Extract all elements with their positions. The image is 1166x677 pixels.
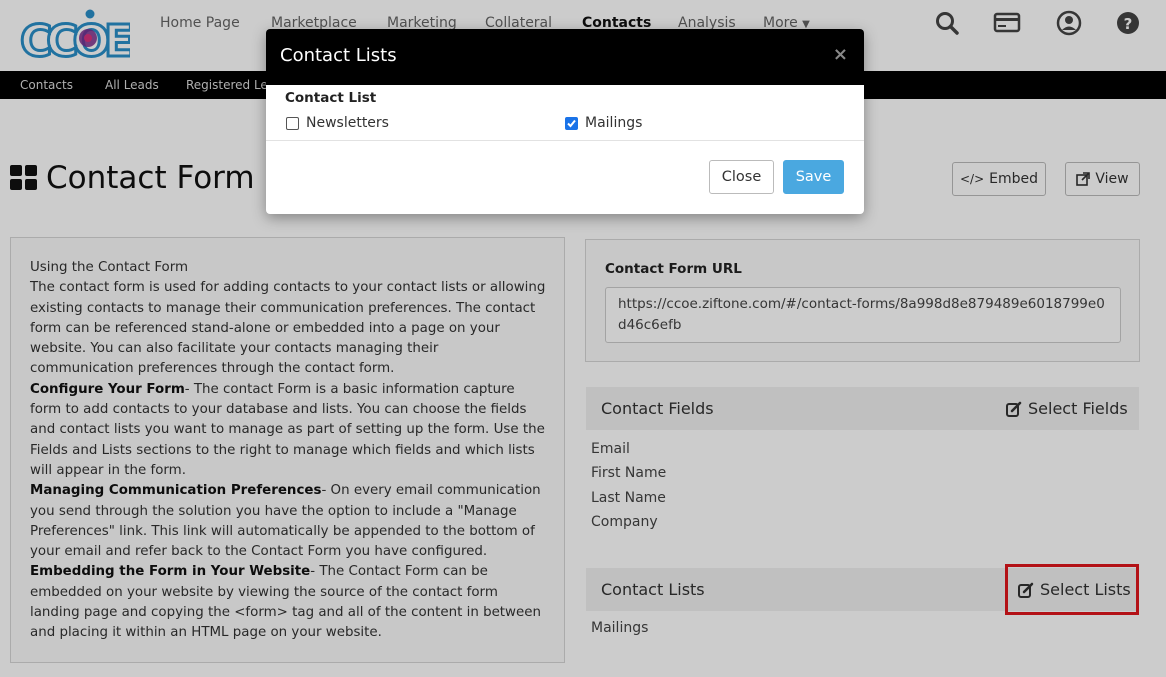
close-icon[interactable]: × [833,44,848,65]
mailings-label: Mailings [585,115,643,131]
checkmark-icon [567,119,576,127]
newsletters-checkbox[interactable] [286,116,299,130]
modal-divider [266,140,864,141]
contact-lists-modal: Contact Lists × Contact List Newsletters… [266,29,864,214]
option-mailings[interactable]: Mailings [565,115,642,131]
mailings-checkbox[interactable] [565,116,578,130]
modal-header: Contact Lists × [266,29,864,85]
contact-list-label: Contact List [285,90,377,106]
option-newsletters[interactable]: Newsletters [286,115,389,131]
close-button[interactable]: Close [709,160,774,194]
newsletters-label: Newsletters [306,115,389,131]
save-button[interactable]: Save [783,160,844,194]
modal-title: Contact Lists [280,45,397,66]
